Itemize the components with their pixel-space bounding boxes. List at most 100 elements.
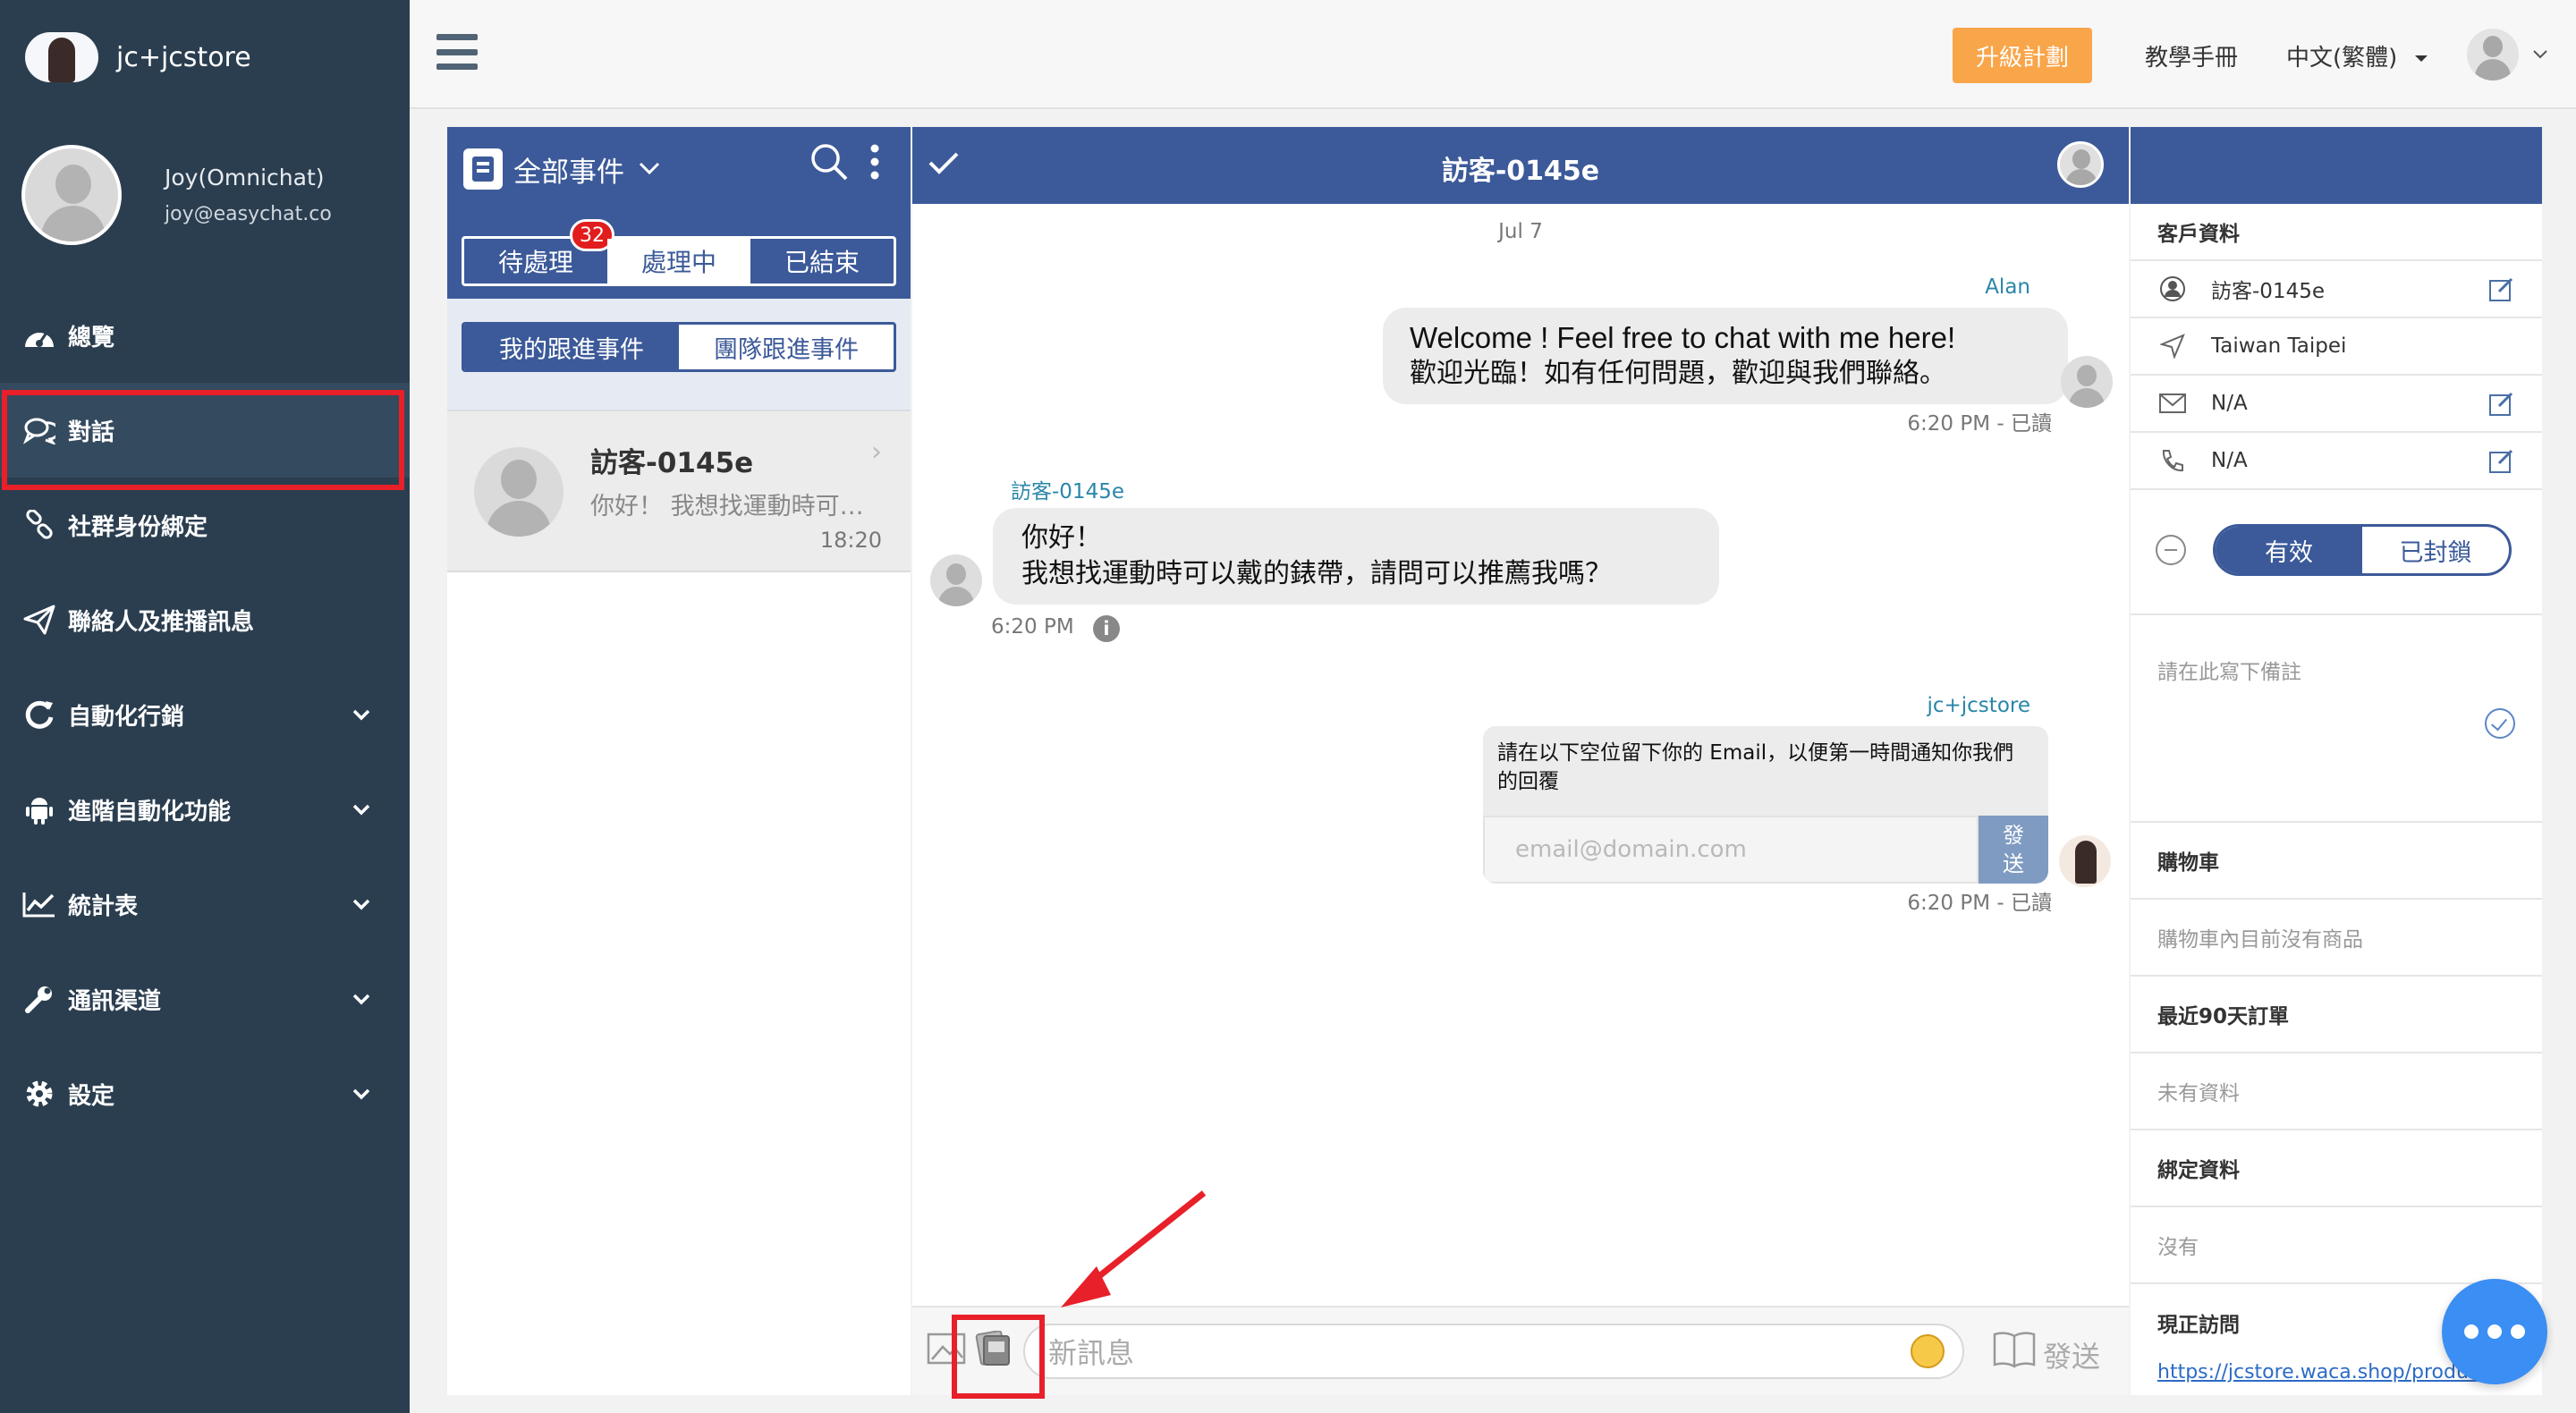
- nav-item-statistics[interactable]: 統計表: [0, 857, 410, 952]
- customer-phone-row: N/A: [2131, 433, 2542, 490]
- status-blocked-option[interactable]: 已封鎖: [2362, 527, 2509, 573]
- orders-title: 最近90天訂單: [2131, 977, 2542, 1053]
- binding-title: 綁定資料: [2131, 1130, 2542, 1207]
- edit-icon[interactable]: [2488, 275, 2515, 308]
- nav-item-social-binding[interactable]: 社群身份綁定: [0, 478, 410, 572]
- tab-in-progress[interactable]: 處理中: [607, 239, 750, 283]
- customer-email: N/A: [2211, 392, 2248, 415]
- message-input[interactable]: 新訊息: [1023, 1324, 1964, 1379]
- state-tabs: 待處理 32 處理中 已結束: [462, 219, 896, 286]
- chevron-down-icon: [352, 986, 370, 1012]
- edit-icon[interactable]: [2488, 447, 2515, 479]
- list-header: 全部事件 待處理 32 處理中 已結束: [447, 127, 911, 299]
- brand[interactable]: jc+jcstore: [0, 0, 410, 114]
- emoji-icon[interactable]: [1911, 1334, 1945, 1368]
- line-chart-icon: [21, 886, 57, 922]
- sidebar: jc+jcstore Joy(Omnichat) joy@easychat.co…: [0, 0, 410, 1413]
- note-placeholder: 請在此寫下備註: [2157, 661, 2301, 684]
- nav-item-advanced-automation[interactable]: 進階自動化功能: [0, 762, 410, 857]
- nav-label: 通訊渠道: [68, 987, 162, 1015]
- refresh-icon: [21, 697, 57, 732]
- note-area[interactable]: 請在此寫下備註: [2131, 615, 2542, 823]
- agent-avatar: [2061, 356, 2113, 408]
- caret-down-icon: [2414, 55, 2428, 62]
- customer-email-row: N/A: [2131, 376, 2542, 433]
- email-input[interactable]: email@domain.com: [1483, 816, 1979, 884]
- binding-empty-text: 沒有: [2131, 1207, 2542, 1284]
- event-filter-label: 全部事件: [513, 156, 624, 189]
- nav-item-settings[interactable]: 設定: [0, 1046, 410, 1141]
- chat-header: 訪客-0145e: [912, 127, 2129, 204]
- customer-status-area: 有效 已封鎖: [2131, 490, 2542, 615]
- tab-team-events[interactable]: 團隊跟進事件: [679, 325, 894, 369]
- message-bubble-visitor: 你好！ 我想找運動時可以戴的錶帶，請問可以推薦我嗎？: [993, 508, 1719, 605]
- event-filter-dropdown[interactable]: 全部事件: [463, 148, 660, 190]
- chevron-down-icon: [639, 162, 660, 175]
- chevron-right-icon: ›: [871, 436, 882, 468]
- upgrade-plan-button[interactable]: 升級計劃: [1953, 28, 2092, 83]
- date-separator: Jul 7: [1498, 220, 1543, 243]
- message-text: 歡迎光臨！如有任何問題，歡迎與我們聯絡。: [1410, 358, 1946, 389]
- info-icon[interactable]: i: [1093, 615, 1120, 642]
- profile-email: joy@easychat.co: [165, 203, 332, 225]
- nav-item-dashboard[interactable]: 總覽: [0, 288, 410, 383]
- chat-title: 訪客-0145e: [1441, 156, 1600, 187]
- dashboard-icon: [21, 317, 57, 353]
- tab-closed[interactable]: 已結束: [750, 239, 894, 283]
- assignee-avatar[interactable]: [2057, 141, 2104, 188]
- minus-circle-icon[interactable]: [2156, 535, 2186, 565]
- wrench-icon: [21, 981, 57, 1017]
- message-input-placeholder: 新訊息: [1048, 1336, 1135, 1370]
- nav-item-channels[interactable]: 通訊渠道: [0, 952, 410, 1046]
- language-select[interactable]: 中文(繁體): [2286, 39, 2428, 72]
- brand-name: jc+jcstore: [116, 41, 251, 73]
- check-circle-icon[interactable]: [2485, 708, 2515, 739]
- message-sender: Alan: [1985, 275, 2030, 299]
- nav-label: 進階自動化功能: [68, 798, 232, 825]
- conversation-item[interactable]: 訪客-0145e 你好！ 我想找運動時可以戴的錶帶，請問可以推薦我嗎？ 18:2…: [447, 411, 911, 572]
- tutorial-link[interactable]: 教學手冊: [2145, 39, 2238, 72]
- nav-label: 總覽: [68, 324, 115, 351]
- conversation-list-panel: 全部事件 待處理 32 處理中 已結束 我的跟進事件 團隊跟進事件 訪客-014…: [447, 127, 911, 1395]
- chevron-down-icon: [352, 1080, 370, 1107]
- cart-title: 購物車: [2131, 823, 2542, 900]
- nav-label: 自動化行銷: [68, 703, 185, 731]
- nav-label: 聯絡人及推播訊息: [68, 608, 255, 636]
- chat-widget-button[interactable]: [2442, 1279, 2547, 1384]
- message-bubble-agent: Welcome ! Feel free to chat with me here…: [1383, 308, 2068, 404]
- status-active-option[interactable]: 有效: [2216, 527, 2362, 573]
- conversation-preview: 你好！ 我想找運動時可以戴的錶帶，請問可以推薦我嗎？: [590, 493, 882, 520]
- tab-label: 已結束: [784, 248, 860, 277]
- hamburger-menu-icon[interactable]: [436, 34, 478, 70]
- status-toggle: 有效 已封鎖: [2213, 524, 2512, 576]
- search-icon[interactable]: [809, 141, 850, 186]
- scope-filter-area: 我的跟進事件 團隊跟進事件: [447, 299, 911, 411]
- tab-my-events[interactable]: 我的跟進事件: [464, 325, 679, 369]
- send-button[interactable]: 發送: [2043, 1334, 2100, 1375]
- user-profile[interactable]: Joy(Omnichat) joy@easychat.co: [0, 114, 410, 275]
- user-avatar: [2467, 29, 2519, 80]
- email-submit-button[interactable]: 發送: [1979, 816, 2048, 884]
- store-avatar: [2059, 835, 2111, 887]
- chevron-down-icon: [352, 701, 370, 728]
- profile-avatar: [21, 145, 122, 245]
- email-submit-label: 發送: [2003, 823, 2024, 876]
- nav-item-contacts-broadcast[interactable]: 聯絡人及推播訊息: [0, 572, 410, 667]
- profile-name: Joy(Omnichat): [165, 165, 325, 190]
- language-value: 中文(繁體): [2286, 45, 2398, 72]
- highlight-box-nav-chat: [2, 390, 404, 490]
- message-text: 我想找運動時可以戴的錶帶，請問可以推薦我嗎？: [1021, 558, 1612, 589]
- message-meta: 6:20 PM - 已讀: [1907, 892, 2052, 915]
- book-icon[interactable]: [1993, 1329, 2036, 1372]
- nav-label: 設定: [68, 1082, 115, 1110]
- nav-item-automation[interactable]: 自動化行銷: [0, 667, 410, 762]
- customer-info-panel: 客戶資料 訪客-0145e Taiwan Taipei N/A N/A 有效 已…: [2131, 127, 2542, 1395]
- conversation-time: 18:20: [819, 528, 882, 553]
- edit-icon[interactable]: [2488, 390, 2515, 422]
- caret-down-icon: [2533, 50, 2547, 59]
- phone-icon: [2157, 448, 2188, 473]
- message-meta: 6:20 PM: [991, 615, 1074, 639]
- tab-pending[interactable]: 待處理 32: [464, 219, 614, 283]
- user-menu[interactable]: [2467, 29, 2547, 80]
- more-options-icon[interactable]: [868, 141, 882, 186]
